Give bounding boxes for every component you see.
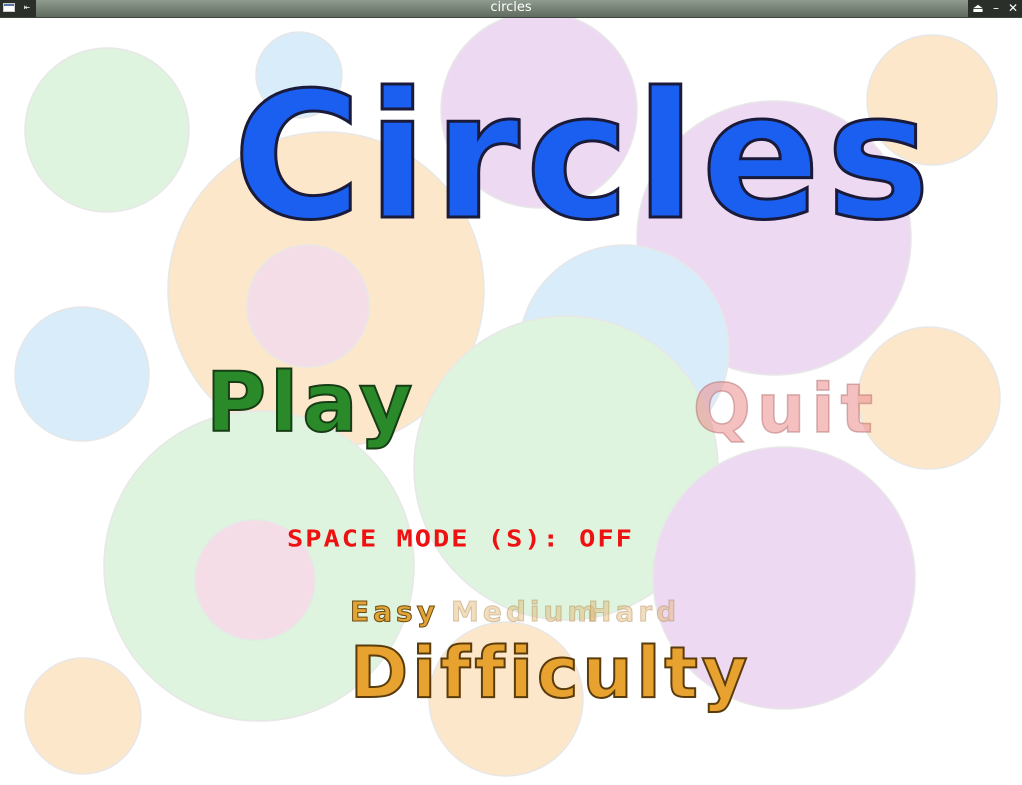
window-titlebar[interactable]: ⇤ circles ⏏ – ✕	[0, 0, 1022, 18]
minimize-icon[interactable]: –	[988, 0, 1004, 17]
game-title: Circles	[231, 56, 937, 259]
close-icon[interactable]: ✕	[1005, 0, 1021, 17]
titlebar-right-controls: ⏏ – ✕	[968, 0, 1022, 17]
difficulty-medium-option[interactable]: Medium	[451, 597, 601, 626]
bg-circle	[24, 47, 190, 213]
difficulty-hard-option[interactable]: Hard	[587, 597, 680, 626]
bg-circle	[857, 326, 1001, 470]
eject-icon[interactable]: ⏏	[970, 0, 986, 17]
bg-circle	[24, 657, 142, 775]
bg-circle	[14, 306, 150, 442]
window-title: circles	[490, 0, 532, 15]
difficulty-button[interactable]: Difficulty	[349, 637, 751, 709]
play-button[interactable]: Play	[205, 362, 416, 446]
difficulty-easy-option[interactable]: Easy	[350, 597, 439, 626]
quit-button[interactable]: Quit	[692, 375, 879, 445]
bg-circle	[246, 244, 370, 368]
game-stage[interactable]: Circles Play Quit SPACE MODE (S): OFF Ea…	[0, 18, 1022, 785]
space-mode-toggle[interactable]: SPACE MODE (S): OFF	[287, 528, 634, 551]
